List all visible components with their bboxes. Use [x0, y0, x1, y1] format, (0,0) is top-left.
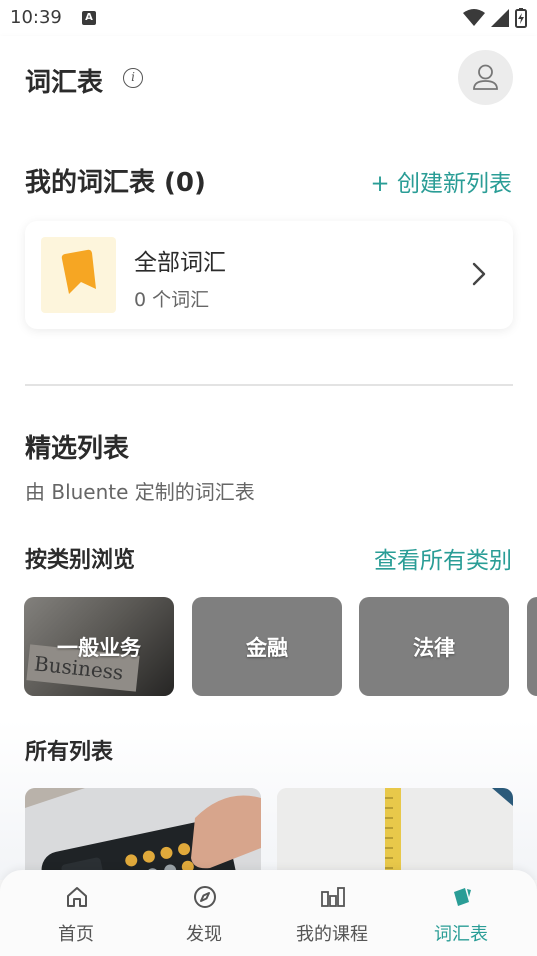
calculator-photo	[25, 788, 261, 880]
status-time: 10:39	[10, 7, 62, 28]
compass-icon	[194, 886, 216, 908]
nav-label: 词汇表	[434, 924, 488, 945]
featured-lists-title: 精选列表	[25, 434, 130, 464]
category-label: 法律	[413, 635, 455, 660]
category-tile-finance[interactable]: 金融	[192, 597, 342, 696]
nav-label: 首页	[58, 924, 94, 945]
all-lists-title: 所有列表	[25, 740, 114, 765]
home-icon	[67, 887, 87, 907]
category-label: 一般业务	[57, 635, 141, 660]
battery-charging-icon	[515, 8, 527, 28]
bottom-navigation: 首页 发现 我的课程 词汇表	[0, 870, 537, 956]
all-words-title: 全部词汇	[134, 250, 226, 276]
category-tile-general-business[interactable]: Business 一般业务	[24, 597, 174, 696]
courses-icon	[321, 887, 345, 907]
wifi-icon	[463, 9, 485, 26]
my-lists-header: 我的词汇表 (0) + 创建新列表	[25, 160, 512, 200]
main-content[interactable]: 我的词汇表 (0) + 创建新列表 全部词汇 0 个词汇 精选列表 由 Blue…	[0, 120, 537, 880]
notification-a-icon: A	[82, 11, 96, 25]
view-all-categories-link[interactable]: 查看所有类别	[374, 541, 512, 575]
page-title: 词汇表	[25, 68, 104, 98]
nav-label: 我的课程	[296, 924, 368, 945]
bookmark-icon	[61, 249, 96, 294]
list-card-calculator[interactable]	[25, 788, 261, 880]
nav-item-my-courses[interactable]: 我的课程	[265, 870, 399, 956]
status-icons	[463, 8, 527, 28]
nav-label: 发现	[186, 924, 222, 945]
user-icon	[473, 64, 498, 90]
vocabulary-cards-icon	[454, 888, 471, 906]
category-tile-partial[interactable]	[527, 597, 537, 696]
status-bar: 10:39 A	[0, 0, 537, 36]
nav-item-discover[interactable]: 发现	[137, 870, 271, 956]
app-header: 词汇表 i	[0, 36, 537, 120]
featured-lists-subtitle: 由 Bluente 定制的词汇表	[25, 480, 255, 504]
bookmark-thumbnail	[41, 237, 116, 313]
info-icon[interactable]: i	[123, 68, 143, 88]
all-words-count: 0 个词汇	[134, 289, 210, 311]
all-words-card[interactable]: 全部词汇 0 个词汇	[25, 221, 513, 329]
my-lists-title: 我的词汇表 (0)	[25, 168, 206, 198]
measuring-tape-photo	[277, 788, 513, 880]
category-tile-legal[interactable]: 法律	[359, 597, 509, 696]
chevron-right-icon	[472, 262, 486, 286]
profile-avatar-button[interactable]	[458, 50, 513, 105]
list-card-measuring-tape[interactable]	[277, 788, 513, 880]
nav-item-home[interactable]: 首页	[9, 870, 143, 956]
create-new-list-link[interactable]: + 创建新列表	[370, 164, 512, 198]
nav-item-vocabulary[interactable]: 词汇表	[394, 870, 528, 956]
category-label: 金融	[246, 635, 288, 660]
browse-by-category-title: 按类别浏览	[25, 548, 136, 573]
section-divider	[25, 384, 513, 386]
cell-signal-icon	[491, 9, 509, 27]
